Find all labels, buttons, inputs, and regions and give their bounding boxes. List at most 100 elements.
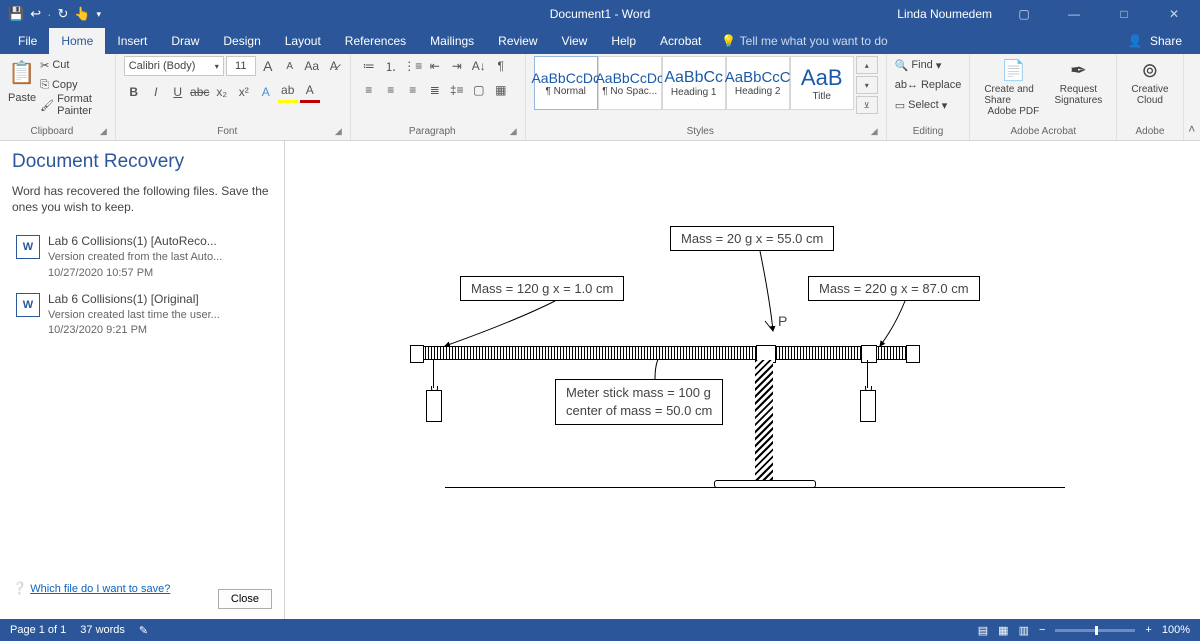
collapse-ribbon-icon[interactable]: ˄ <box>1184 54 1200 140</box>
creative-cloud-button[interactable]: ⊚ CreativeCloud <box>1125 56 1174 106</box>
paste-label[interactable]: Paste <box>8 92 36 104</box>
close-window-icon[interactable]: ✕ <box>1156 7 1192 21</box>
shading-icon[interactable]: ▢ <box>469 80 489 100</box>
tab-draw[interactable]: Draw <box>159 28 211 54</box>
numbering-icon[interactable]: ⒈ <box>381 56 401 76</box>
clipboard-launcher-icon[interactable]: ◢ <box>100 126 107 137</box>
styles-more-icon[interactable]: ⊻ <box>856 96 878 114</box>
clear-formatting-icon[interactable]: A̷ <box>324 56 344 76</box>
justify-icon[interactable]: ≣ <box>425 80 445 100</box>
tell-me-search[interactable]: 💡 Tell me what you want to do <box>721 34 887 48</box>
font-launcher-icon[interactable]: ◢ <box>335 126 342 137</box>
tab-file[interactable]: File <box>6 28 49 54</box>
tab-acrobat[interactable]: Acrobat <box>648 28 713 54</box>
italic-icon[interactable]: I <box>146 82 166 102</box>
align-right-icon[interactable]: ≡ <box>403 80 423 100</box>
show-marks-icon[interactable]: ¶ <box>491 56 511 76</box>
line-spacing-icon[interactable]: ‡≡ <box>447 80 467 100</box>
zoom-slider[interactable] <box>1055 629 1135 632</box>
tab-mailings[interactable]: Mailings <box>418 28 486 54</box>
style-normal[interactable]: AaBbCcDc¶ Normal <box>534 56 598 110</box>
save-icon[interactable]: 💾 <box>8 6 24 22</box>
tab-home[interactable]: Home <box>49 28 105 54</box>
copy-button[interactable]: ⎘ Copy <box>40 76 107 94</box>
tab-insert[interactable]: Insert <box>105 28 159 54</box>
web-layout-icon[interactable]: ▥ <box>1019 624 1029 637</box>
spellcheck-icon[interactable]: ✎ <box>139 624 148 637</box>
replace-button[interactable]: ab↔ Replace <box>895 76 962 94</box>
cut-button[interactable]: ✂ Cut <box>40 56 107 74</box>
document-recovery-pane: Document Recovery Word has recovered the… <box>0 141 285 619</box>
page-indicator[interactable]: Page 1 of 1 <box>10 624 66 636</box>
styles-up-icon[interactable]: ▴ <box>856 56 878 74</box>
styles-launcher-icon[interactable]: ◢ <box>871 126 878 137</box>
zoom-in-icon[interactable]: + <box>1145 624 1151 636</box>
zoom-level[interactable]: 100% <box>1162 624 1190 636</box>
paste-icon[interactable]: 📋 <box>12 56 32 90</box>
find-button[interactable]: 🔍 Find ▾ <box>895 56 942 74</box>
tab-view[interactable]: View <box>550 28 600 54</box>
print-layout-icon[interactable]: ▦ <box>998 624 1008 637</box>
style-no-spacing[interactable]: AaBbCcDc¶ No Spac... <box>598 56 662 110</box>
tab-layout[interactable]: Layout <box>273 28 333 54</box>
align-center-icon[interactable]: ≡ <box>381 80 401 100</box>
font-size-dropdown[interactable]: 11 <box>226 56 256 76</box>
style-heading-1[interactable]: AaBbCcHeading 1 <box>662 56 726 110</box>
font-name-dropdown[interactable]: Calibri (Body)▾ <box>124 56 224 76</box>
decrease-indent-icon[interactable]: ⇤ <box>425 56 445 76</box>
qat-more-icon[interactable]: ▾ <box>97 9 102 20</box>
recovered-file-item[interactable]: W Lab 6 Collisions(1) [AutoReco... Versi… <box>12 233 272 281</box>
create-share-pdf-button[interactable]: 📄 Create and ShareAdobe PDF <box>978 56 1048 117</box>
create-pdf-icon: 📄 <box>1001 56 1026 84</box>
redo-icon[interactable]: ↻ <box>57 6 68 22</box>
recovery-close-button[interactable]: Close <box>218 589 272 609</box>
style-heading-2[interactable]: AaBbCcCHeading 2 <box>726 56 790 110</box>
select-button[interactable]: ▭ Select ▾ <box>895 96 948 114</box>
align-left-icon[interactable]: ≡ <box>359 80 379 100</box>
bold-icon[interactable]: B <box>124 82 144 102</box>
document-canvas[interactable]: Mass = 120 g x = 1.0 cm Mass = 20 g x = … <box>285 141 1200 619</box>
recovery-help-link[interactable]: Which file do I want to save? <box>30 583 170 595</box>
bullets-icon[interactable]: ≔ <box>359 56 379 76</box>
zoom-out-icon[interactable]: − <box>1039 624 1045 636</box>
change-case-icon[interactable]: Aa <box>302 56 322 76</box>
word-count[interactable]: 37 words <box>80 624 125 636</box>
beam-endcap-left <box>410 345 424 363</box>
tab-references[interactable]: References <box>333 28 418 54</box>
strikethrough-icon[interactable]: abc <box>190 82 210 102</box>
format-painter-button[interactable]: 🖌 Format Painter <box>40 96 107 114</box>
share-button[interactable]: 👤 Share <box>1128 34 1194 48</box>
undo-icon[interactable]: ↩ <box>30 6 41 22</box>
user-name[interactable]: Linda Noumedem <box>897 7 992 21</box>
sort-icon[interactable]: A↓ <box>469 56 489 76</box>
pivot-label: P <box>778 313 787 329</box>
recovered-file-item[interactable]: W Lab 6 Collisions(1) [Original] Version… <box>12 291 272 339</box>
request-signatures-button[interactable]: ✒ RequestSignatures <box>1049 56 1109 106</box>
style-title[interactable]: AaBTitle <box>790 56 854 110</box>
increase-indent-icon[interactable]: ⇥ <box>447 56 467 76</box>
tab-design[interactable]: Design <box>211 28 272 54</box>
subscript-icon[interactable]: x₂ <box>212 82 232 102</box>
shrink-font-icon[interactable]: A <box>280 56 300 76</box>
grow-font-icon[interactable]: A <box>258 56 278 76</box>
borders-icon[interactable]: ▦ <box>491 80 511 100</box>
highlight-icon[interactable]: ab <box>278 80 298 103</box>
paragraph-launcher-icon[interactable]: ◢ <box>510 126 517 137</box>
multilevel-icon[interactable]: ⋮≡ <box>403 56 423 76</box>
touch-mode-icon[interactable]: 👆 <box>74 6 90 22</box>
tab-review[interactable]: Review <box>486 28 549 54</box>
maximize-icon[interactable]: □ <box>1106 7 1142 21</box>
ribbon-display-icon[interactable]: ▢ <box>1006 7 1042 21</box>
adobe-group-label: Adobe <box>1125 125 1174 140</box>
text-effects-icon[interactable]: A <box>256 82 276 102</box>
superscript-icon[interactable]: x² <box>234 82 254 102</box>
signature-icon: ✒ <box>1070 56 1087 84</box>
tab-help[interactable]: Help <box>599 28 648 54</box>
font-color-icon[interactable]: A <box>300 80 320 103</box>
read-mode-icon[interactable]: ▤ <box>978 624 988 637</box>
styles-gallery[interactable]: AaBbCcDc¶ Normal AaBbCcDc¶ No Spac... Aa… <box>534 56 854 110</box>
help-info-icon: ❔ <box>12 581 27 595</box>
underline-icon[interactable]: U <box>168 82 188 102</box>
styles-down-icon[interactable]: ▾ <box>856 76 878 94</box>
minimize-icon[interactable]: — <box>1056 7 1092 21</box>
